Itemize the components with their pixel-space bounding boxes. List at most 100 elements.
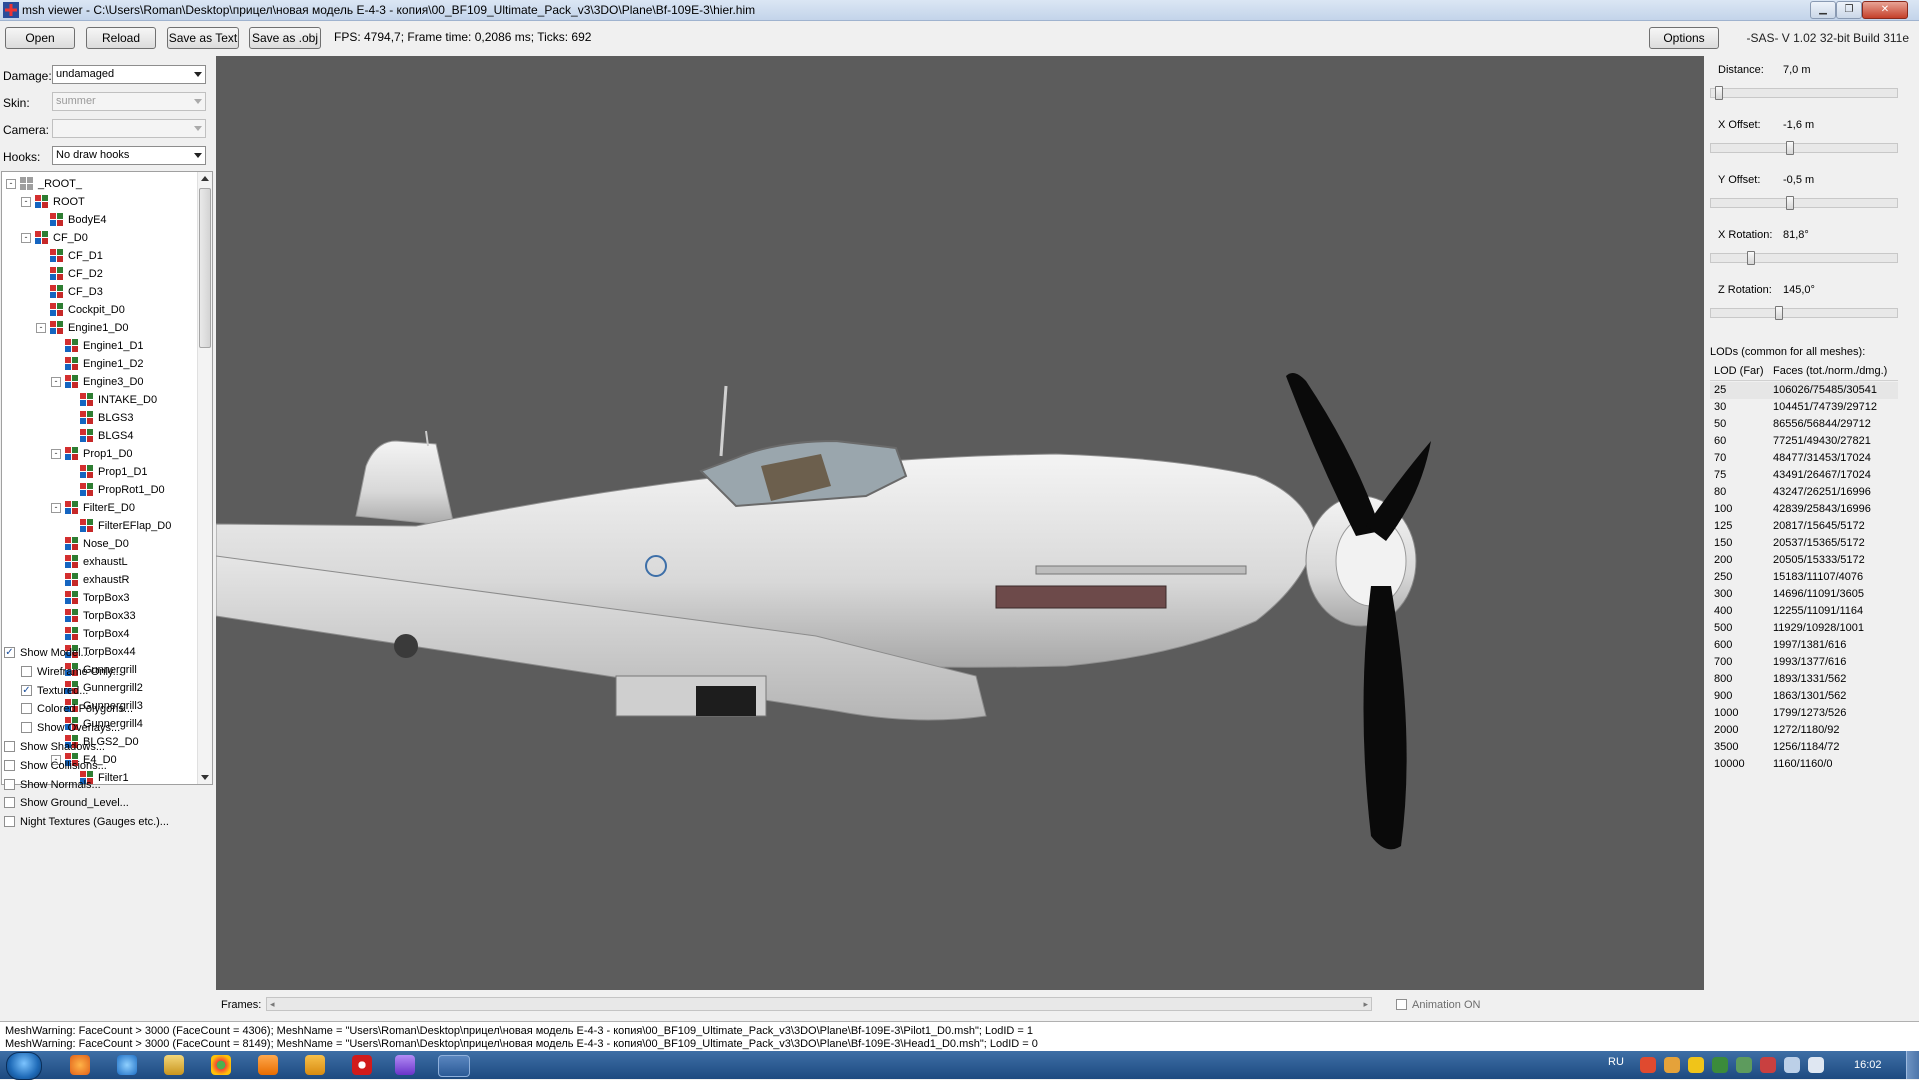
checkbox-checked-icon[interactable]: ✓ bbox=[21, 684, 32, 696]
xoffset-value: -1,6 m bbox=[1783, 119, 1815, 131]
lod-row[interactable]: 125 20817/15645/5172 bbox=[1710, 518, 1898, 535]
start-button[interactable] bbox=[6, 1052, 42, 1080]
damage-select[interactable]: undamaged bbox=[52, 65, 206, 84]
lod-row[interactable]: 1000 1799/1273/526 bbox=[1710, 705, 1898, 722]
tree-scrollbar[interactable] bbox=[197, 172, 212, 784]
tree-node-label: CF_D3 bbox=[68, 286, 103, 298]
scroll-down-icon[interactable] bbox=[201, 775, 209, 780]
lod-row[interactable]: 60 77251/49430/27821 bbox=[1710, 433, 1898, 450]
lod-row[interactable]: 800 1893/1331/562 bbox=[1710, 671, 1898, 688]
lod-row[interactable]: 25 106026/75485/30541 bbox=[1710, 382, 1898, 399]
lod-row[interactable]: 75 43491/26467/17024 bbox=[1710, 467, 1898, 484]
checkbox-box[interactable] bbox=[1396, 999, 1407, 1010]
clock[interactable]: 16:02 bbox=[1854, 1059, 1882, 1071]
maximize-button[interactable]: ❐ bbox=[1836, 1, 1862, 19]
folder-icon[interactable] bbox=[164, 1055, 184, 1075]
media-icon[interactable] bbox=[258, 1055, 278, 1075]
lod-row[interactable]: 80 43247/26251/16996 bbox=[1710, 484, 1898, 501]
lod-far-cell: 250 bbox=[1714, 571, 1733, 583]
checkbox-unchecked-icon[interactable] bbox=[4, 759, 15, 771]
title-bar[interactable]: msh viewer - C:\Users\Roman\Desktop\приц… bbox=[0, 0, 1919, 21]
lod-row[interactable]: 50 86556/56844/29712 bbox=[1710, 416, 1898, 433]
3d-viewport[interactable] bbox=[216, 56, 1704, 990]
lod-row[interactable]: 100 42839/25843/16996 bbox=[1710, 501, 1898, 518]
lod-row[interactable]: 150 20537/15365/5172 bbox=[1710, 535, 1898, 552]
tree-scroll-thumb[interactable] bbox=[199, 188, 211, 348]
checkbox-unchecked-icon[interactable] bbox=[21, 665, 32, 677]
lod-row[interactable]: 30 104451/74739/29712 bbox=[1710, 399, 1898, 416]
xrot-slider[interactable] bbox=[1710, 251, 1898, 265]
lod-faces-cell: 20537/15365/5172 bbox=[1773, 537, 1865, 549]
collapse-toggle-icon[interactable]: - bbox=[51, 377, 61, 387]
distance-slider-thumb[interactable] bbox=[1715, 86, 1723, 100]
hooks-select[interactable]: No draw hooks bbox=[52, 146, 206, 165]
lod-row[interactable]: 2000 1272/1180/92 bbox=[1710, 722, 1898, 739]
close-button[interactable]: ✕ bbox=[1862, 1, 1908, 19]
lod-row[interactable]: 300 14696/11091/3605 bbox=[1710, 586, 1898, 603]
checkbox-unchecked-icon[interactable] bbox=[4, 816, 15, 828]
zrot-slider-thumb[interactable] bbox=[1775, 306, 1783, 320]
log-panel[interactable]: MeshWarning: FaceCount > 3000 (FaceCount… bbox=[0, 1021, 1919, 1052]
checkbox-unchecked-icon[interactable] bbox=[4, 778, 15, 790]
reload-button[interactable]: Reload bbox=[86, 27, 156, 49]
scroll-up-icon[interactable] bbox=[201, 176, 209, 181]
collapse-toggle-icon[interactable]: - bbox=[51, 449, 61, 459]
checkbox-checked-icon[interactable]: ✓ bbox=[4, 647, 15, 658]
lod-row[interactable]: 700 1993/1377/616 bbox=[1710, 654, 1898, 671]
yoffset-slider-thumb[interactable] bbox=[1786, 196, 1794, 210]
tray-icon[interactable] bbox=[1688, 1057, 1704, 1073]
opera-icon[interactable] bbox=[352, 1055, 372, 1075]
skin-select[interactable]: summer bbox=[52, 92, 206, 111]
camera-select[interactable] bbox=[52, 119, 206, 138]
player-icon[interactable] bbox=[395, 1055, 415, 1075]
xoffset-slider[interactable] bbox=[1710, 141, 1898, 155]
language-indicator[interactable]: RU bbox=[1608, 1056, 1624, 1068]
distance-slider[interactable] bbox=[1710, 86, 1898, 100]
lod-row[interactable]: 400 12255/11091/1164 bbox=[1710, 603, 1898, 620]
zrot-slider[interactable] bbox=[1710, 306, 1898, 320]
frames-slider[interactable]: ◂ ▸ bbox=[266, 997, 1372, 1011]
hierarchy-tree[interactable]: _ROOT_ - ROOT - BodyE4 CF_D0- CF_D1 CF_D2 CF_D3 C… bbox=[1, 171, 213, 785]
checkbox-unchecked-icon[interactable] bbox=[21, 722, 32, 734]
lod-row[interactable]: 10000 1160/1160/0 bbox=[1710, 756, 1898, 773]
xoffset-slider-thumb[interactable] bbox=[1786, 141, 1794, 155]
xrot-slider-thumb[interactable] bbox=[1747, 251, 1755, 265]
firefox-icon[interactable] bbox=[70, 1055, 90, 1075]
volume-icon[interactable] bbox=[1808, 1057, 1824, 1073]
minimize-button[interactable]: ▁ bbox=[1810, 1, 1836, 19]
yoffset-slider[interactable] bbox=[1710, 196, 1898, 210]
lod-row[interactable]: 900 1863/1301/562 bbox=[1710, 688, 1898, 705]
tray-icon[interactable] bbox=[1736, 1057, 1752, 1073]
chrome-icon[interactable] bbox=[211, 1055, 231, 1075]
msh-viewer-taskbar-button[interactable] bbox=[438, 1055, 470, 1077]
save-as-text-button[interactable]: Save as Text bbox=[167, 27, 239, 49]
options-button[interactable]: Options bbox=[1649, 27, 1719, 49]
lod-row[interactable]: 600 1997/1381/616 bbox=[1710, 637, 1898, 654]
tray-icon[interactable] bbox=[1712, 1057, 1728, 1073]
lod-row[interactable]: 70 48477/31453/17024 bbox=[1710, 450, 1898, 467]
lod-row[interactable]: 250 15183/11107/4076 bbox=[1710, 569, 1898, 586]
lod-row[interactable]: 200 20505/15333/5172 bbox=[1710, 552, 1898, 569]
tray-icon[interactable] bbox=[1664, 1057, 1680, 1073]
ie-icon[interactable] bbox=[117, 1055, 137, 1075]
lod-far-cell: 100 bbox=[1714, 503, 1733, 515]
network-icon[interactable] bbox=[1784, 1057, 1800, 1073]
show-desktop-button[interactable] bbox=[1906, 1051, 1919, 1079]
save-as-obj-button[interactable]: Save as .obj bbox=[249, 27, 321, 49]
checkbox-unchecked-icon[interactable] bbox=[4, 741, 15, 752]
left-arrow-icon[interactable]: ◂ bbox=[270, 999, 275, 1010]
collapse-toggle-icon[interactable]: - bbox=[21, 197, 31, 207]
lod-row[interactable]: 500 11929/10928/1001 bbox=[1710, 620, 1898, 637]
checkbox-unchecked-icon[interactable] bbox=[4, 797, 15, 809]
collapse-toggle-icon[interactable]: - bbox=[36, 323, 46, 333]
collapse-toggle-icon[interactable]: - bbox=[51, 503, 61, 513]
tray-icon[interactable] bbox=[1640, 1057, 1656, 1073]
app-icon[interactable] bbox=[305, 1055, 325, 1075]
checkbox-unchecked-icon[interactable] bbox=[21, 703, 32, 715]
open-button[interactable]: Open bbox=[5, 27, 75, 49]
tray-icon[interactable] bbox=[1760, 1057, 1776, 1073]
collapse-toggle-icon[interactable]: - bbox=[6, 179, 16, 189]
lod-row[interactable]: 3500 1256/1184/72 bbox=[1710, 739, 1898, 756]
right-arrow-icon[interactable]: ▸ bbox=[1363, 999, 1368, 1010]
collapse-toggle-icon[interactable]: - bbox=[21, 233, 31, 243]
